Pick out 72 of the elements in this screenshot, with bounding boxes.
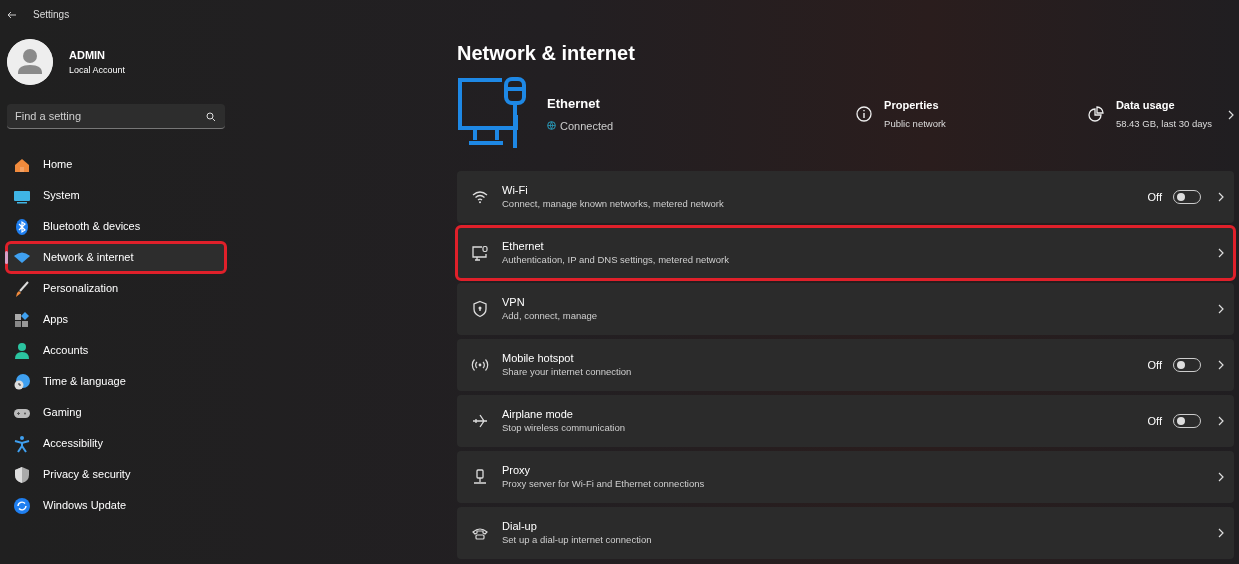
setting-description: Authentication, IP and DNS settings, metered network xyxy=(502,253,729,266)
settings-row[interactable]: Ethernet Authentication, IP and DNS settings, metered network xyxy=(457,227,1234,279)
apps-icon xyxy=(13,310,31,329)
sidebar-item[interactable]: Accessibility xyxy=(7,429,225,458)
settings-row[interactable]: Mobile hotspot Share your internet connection Off xyxy=(457,339,1234,391)
search-icon xyxy=(206,112,216,122)
airplane-icon xyxy=(471,412,489,430)
account-type: Local Account xyxy=(69,63,126,77)
info-icon xyxy=(856,106,873,122)
chevron-right-icon xyxy=(1218,304,1224,314)
setting-title: Airplane mode xyxy=(502,408,574,422)
avatar-icon xyxy=(7,39,53,85)
setting-description: Stop wireless communication xyxy=(502,421,626,434)
properties-link[interactable]: Properties Public network xyxy=(856,96,946,132)
settings-row[interactable]: Proxy Proxy server for Wi-Fi and Ethernet connections xyxy=(457,451,1234,503)
sync-icon xyxy=(13,496,31,515)
chevron-right-icon xyxy=(1218,528,1224,538)
settings-row[interactable]: VPN Add, connect, manage xyxy=(457,283,1234,335)
shield-icon xyxy=(13,465,31,484)
toggle-state: Off xyxy=(1147,413,1162,429)
sidebar-item[interactable]: Personalization xyxy=(7,274,225,303)
chevron-right-icon xyxy=(1218,248,1224,258)
chevron-right-icon xyxy=(1228,109,1234,120)
chevron-right-icon xyxy=(1218,192,1224,202)
setting-description: Connect, manage known networks, metered network xyxy=(502,197,724,210)
person-icon xyxy=(13,341,31,360)
connection-status: Connected xyxy=(560,118,614,134)
sidebar-item[interactable]: Gaming xyxy=(7,398,225,427)
page-title: Network & internet xyxy=(457,43,636,63)
accessibility-icon xyxy=(13,434,31,453)
globe-icon xyxy=(547,121,556,131)
settings-row[interactable]: Airplane mode Stop wireless communication Off xyxy=(457,395,1234,447)
shield-icon xyxy=(471,300,489,318)
setting-title: VPN xyxy=(502,296,526,310)
setting-title: Ethernet xyxy=(502,240,545,254)
sidebar-item[interactable]: Bluetooth & devices xyxy=(7,212,225,241)
setting-title: Mobile hotspot xyxy=(502,352,575,366)
sidebar-item[interactable]: Time & language xyxy=(7,367,225,396)
sidebar-item[interactable]: Apps xyxy=(7,305,225,334)
chevron-right-icon xyxy=(1218,472,1224,482)
brush-icon xyxy=(13,279,31,298)
sidebar-item[interactable]: Home xyxy=(7,150,225,179)
wifi-icon xyxy=(471,188,489,206)
sidebar-item[interactable]: Windows Update xyxy=(7,491,225,520)
setting-description: Share your internet connection xyxy=(502,365,632,378)
sidebar-item[interactable]: Privacy & security xyxy=(7,460,225,489)
account-name: ADMIN xyxy=(69,48,107,63)
setting-description: Add, connect, manage xyxy=(502,309,598,322)
sidebar-item[interactable]: System xyxy=(7,181,225,210)
window-title: Settings xyxy=(33,8,70,22)
sidebar-item[interactable]: Network & internet xyxy=(7,243,225,272)
search-field[interactable]: Find a setting xyxy=(7,104,225,129)
setting-description: Proxy server for Wi-Fi and Ethernet connections xyxy=(502,477,705,490)
connection-name: Ethernet xyxy=(547,95,601,113)
sidebar-item[interactable]: Accounts xyxy=(7,336,225,365)
back-icon[interactable] xyxy=(7,10,17,19)
monitor-icon xyxy=(471,244,489,262)
setting-title: Proxy xyxy=(502,464,532,478)
chevron-right-icon xyxy=(1218,416,1224,426)
settings-row[interactable]: Wi-Fi Connect, manage known networks, metered network Off xyxy=(457,171,1234,223)
chevron-right-icon xyxy=(1218,360,1224,370)
globe-clock-icon xyxy=(13,372,31,391)
pie-chart-icon xyxy=(1087,106,1104,122)
setting-title: Wi-Fi xyxy=(502,184,529,198)
toggle-state: Off xyxy=(1147,357,1162,373)
setting-title: Dial-up xyxy=(502,520,538,534)
toggle-state: Off xyxy=(1147,189,1162,205)
data-usage-link[interactable]: Data usage 58.43 GB, last 30 days xyxy=(1087,96,1234,132)
setting-description: Set up a dial-up internet connection xyxy=(502,533,652,546)
bluetooth-icon xyxy=(13,217,31,236)
proxy-icon xyxy=(471,468,489,486)
settings-row[interactable]: Dial-up Set up a dial-up internet connection xyxy=(457,507,1234,559)
